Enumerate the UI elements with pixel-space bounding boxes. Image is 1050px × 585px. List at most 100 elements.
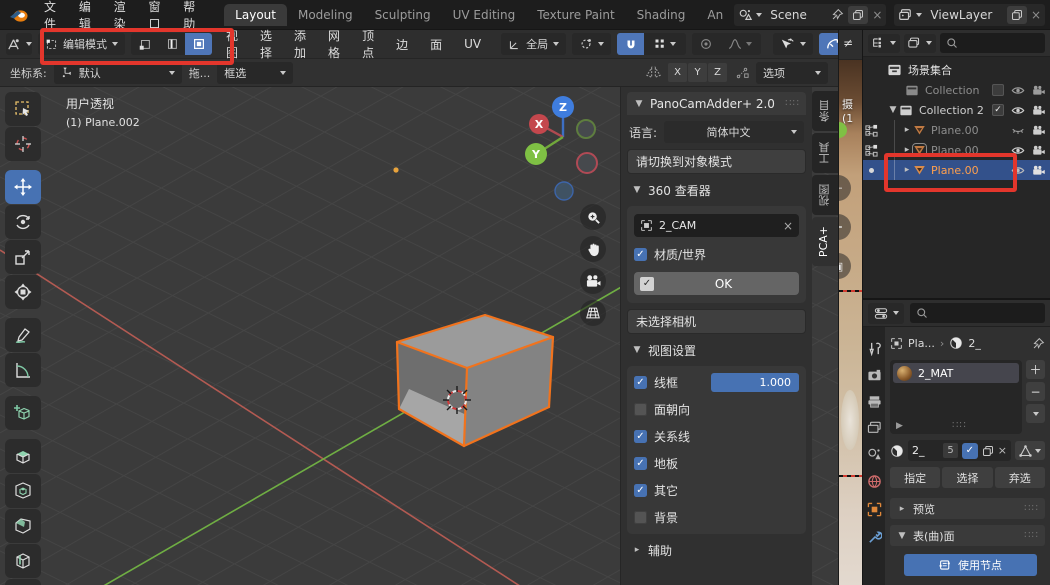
slot-specials-button[interactable] [1026,404,1045,423]
collection-2-expand-icon[interactable]: ▼ [887,105,899,115]
camera-visibility-icon[interactable] [1032,145,1046,156]
switch-mode-button[interactable]: 请切换到对象模式 [627,149,806,174]
strip-zoom-button[interactable]: ＋ [839,175,851,201]
gizmo-minus-y-axis[interactable] [577,120,595,138]
tool-add-cube[interactable] [5,396,41,430]
world-tab-icon[interactable] [867,474,882,489]
tool-measure[interactable] [5,353,41,387]
zoom-button[interactable] [580,204,606,230]
outliner-search-field[interactable] [940,33,1045,53]
menu-window[interactable]: 窗口 [140,0,175,29]
scene-tab-icon[interactable] [867,447,882,461]
menu-add[interactable]: 添加 [286,30,314,58]
edge-select-button[interactable] [158,33,185,55]
tool-scale[interactable] [5,240,41,274]
outliner-row-collection-1[interactable]: Collection ✓ [863,80,1050,100]
xray-icon[interactable]: ≠ [843,36,853,50]
hide-eye-icon[interactable] [1011,85,1025,96]
tool-cursor[interactable] [5,127,41,161]
scene-unlink-icon[interactable]: × [872,8,882,22]
slot-grip[interactable]: ∷∷ [952,420,967,431]
mesh-cube[interactable] [397,315,553,446]
camera-field[interactable]: 2_CAM × [634,214,799,237]
wireframe-checkbox[interactable]: ✓ [634,376,647,389]
expand-icon[interactable]: ▸ [901,145,913,155]
scene-name[interactable]: Scene [766,8,827,22]
proportional-edit-button[interactable] [692,33,719,55]
material-slot-active[interactable]: 2_MAT [893,363,1019,383]
snap-base-icon[interactable] [734,66,750,80]
gizmo-minus-x-axis[interactable] [577,153,597,173]
viewer-section-header[interactable]: ▼ 360 查看器 [627,180,806,200]
workspace-tab-animation[interactable]: An [696,4,734,26]
material-slot-list[interactable]: 2_MAT ▶ ∷∷ [890,360,1022,434]
pan-button[interactable] [580,236,606,262]
outliner-row-plane-3-selected[interactable]: ▸ Plane.00 [863,160,1050,180]
options-dropdown[interactable]: 选项 [756,62,828,84]
tab-tool[interactable]: 工具 [812,133,838,173]
addon-panel-header[interactable]: ▼ PanoCamAdder+ 2.0 ∷∷ [627,92,806,115]
other-checkbox[interactable]: ✓ [634,484,647,497]
breadcrumb-material[interactable]: 2_ [968,337,981,350]
breadcrumb-object[interactable]: Pla... [908,337,935,350]
collection-1-exclude-checkbox[interactable]: ✓ [992,84,1004,96]
light-origin-dot[interactable] [393,167,398,172]
camera-visibility-icon[interactable] [1032,125,1046,136]
menu-vertex[interactable]: 顶点 [354,30,382,58]
no-camera-button[interactable]: 未选择相机 [627,309,806,334]
surface-panel-header[interactable]: ▼ 表(曲)面 ∷∷ [890,525,1045,546]
ok-checkbox[interactable]: ✓ [640,277,654,291]
deselect-button[interactable]: 弃选 [995,467,1045,488]
secondary-viewport-content[interactable]: 摄 (1 ＋ ✛ ▣ [839,60,862,585]
snap-settings-button[interactable] [644,33,686,55]
use-nodes-button[interactable]: 使用节点 [904,554,1037,576]
modifiers-tab-icon[interactable] [867,530,882,545]
mirror-y-button[interactable]: Y [688,63,707,82]
clear-camera-icon[interactable]: × [783,219,793,233]
camera-view-button[interactable] [580,268,606,294]
object-tab-icon[interactable] [867,502,882,517]
tool-bevel[interactable] [5,509,41,543]
properties-search-field[interactable] [910,303,1045,323]
tool-tab-icon[interactable] [867,341,882,356]
menu-mesh[interactable]: 网格 [320,30,348,58]
copy-icon[interactable] [982,445,994,457]
output-tab-icon[interactable] [867,395,882,408]
menu-select[interactable]: 选择 [252,30,280,58]
camera-visibility-icon[interactable] [1032,105,1046,116]
menu-uv[interactable]: UV [456,30,489,58]
fake-user-toggle[interactable]: ✓ [962,443,978,459]
hide-eye-icon[interactable] [1011,165,1025,176]
assist-section-header[interactable]: ▸ 辅助 [627,540,806,560]
camera-visibility-icon[interactable] [1032,165,1046,176]
expand-icon[interactable]: ▸ [901,165,913,175]
strip-camera-button[interactable]: ▣ [839,253,851,279]
material-name-field[interactable]: 2_ 5 ✓ × [908,440,1011,461]
scene-dropdown-caret[interactable] [756,13,762,17]
wireframe-value-slider[interactable]: 1.000 [711,373,799,392]
preview-panel-header[interactable]: ▸ 预览 ∷∷ [890,498,1045,519]
secondary-viewport[interactable]: ≠ 摄 (1 ＋ ✛ ▣ [838,30,862,585]
menu-help[interactable]: 帮助 [175,0,210,29]
outliner-filter-button[interactable] [904,34,936,53]
vertex-select-button[interactable] [131,33,158,55]
mirror-icon[interactable] [645,65,662,80]
tool-extrude[interactable] [5,439,41,473]
menu-edge[interactable]: 边 [388,30,416,58]
tool-rotate[interactable] [5,205,41,239]
show-gizmo-selector[interactable] [773,33,813,55]
panel-grip[interactable]: ∷∷ [785,98,800,109]
expand-icon[interactable]: ▸ [901,125,913,135]
tool-transform[interactable] [5,275,41,309]
scene-copy-button[interactable] [848,6,868,24]
mode-selector[interactable]: 编辑模式 [38,33,125,55]
viewlayer-tab-icon[interactable] [867,421,882,434]
menu-face[interactable]: 面 [422,30,450,58]
pin-icon[interactable] [1032,337,1045,350]
floor-checkbox[interactable]: ✓ [634,457,647,470]
select-button[interactable]: 选择 [942,467,992,488]
workspace-tab-shading[interactable]: Shading [626,4,697,26]
snap-toggle-button[interactable] [617,33,644,55]
assign-button[interactable]: 指定 [890,467,940,488]
remove-slot-button[interactable]: − [1026,382,1045,401]
